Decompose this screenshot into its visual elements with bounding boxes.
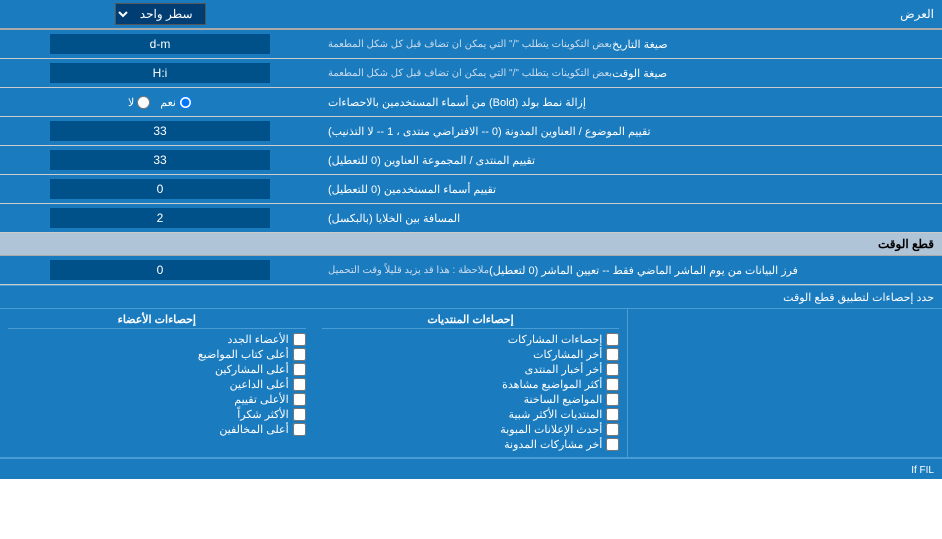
topic-sort-control[interactable]: 33 [0, 117, 320, 145]
stat-label-5: المواضيع الساخنة [524, 393, 603, 406]
stats-item: الأعضاء الجدد [8, 333, 306, 346]
stats-item: الأكثر شكراً [8, 408, 306, 421]
time-format-label: صيغة الوقت بعض التكوينات يتطلب "/" التي … [320, 59, 942, 87]
stat-label-7: أحدث الإعلانات المبوبة [500, 423, 602, 436]
stat-checkbox-5[interactable] [606, 393, 619, 406]
realtime-control[interactable]: 0 [0, 256, 320, 284]
stats-col-empty [628, 309, 942, 457]
time-format-row: صيغة الوقت بعض التكوينات يتطلب "/" التي … [0, 59, 942, 88]
stats-item: المواضيع الساخنة [322, 393, 620, 406]
time-format-input[interactable]: H:i [50, 63, 270, 83]
stats-col-members: إحصاءات الأعضاء الأعضاء الجدد أعلى كتاب … [0, 309, 314, 457]
stats-item: الأعلى تقييم [8, 393, 306, 406]
date-format-label: صيغة التاريخ بعض التكوينات يتطلب "/" الت… [320, 30, 942, 58]
cell-spacing-input[interactable]: 2 [50, 208, 270, 228]
stat-label-6: المنتديات الأكثر شبية [509, 408, 603, 421]
bold-yes-label[interactable]: نعم [160, 96, 192, 109]
stats-item: أكثر المواضيع مشاهدة [322, 378, 620, 391]
bottom-note-text: If FIL [911, 465, 934, 476]
user-sort-label: تقييم أسماء المستخدمين (0 للتعطيل) [320, 175, 942, 203]
bold-yes-radio[interactable] [179, 96, 192, 109]
stat-checkbox-6[interactable] [606, 408, 619, 421]
bold-remove-label: إزالة نمط بولد (Bold) من أسماء المستخدمي… [320, 88, 942, 116]
stat-checkbox-m2[interactable] [293, 348, 306, 361]
stat-checkbox-m5[interactable] [293, 393, 306, 406]
stat-label-m7: أعلى المخالفين [219, 423, 288, 436]
stat-checkbox-m1[interactable] [293, 333, 306, 346]
stats-item: أخر أخبار المنتدى [322, 363, 620, 376]
user-sort-row: تقييم أسماء المستخدمين (0 للتعطيل) 0 [0, 175, 942, 204]
stat-label-m4: أعلى الداعين [230, 378, 289, 391]
topic-sort-input[interactable]: 33 [50, 121, 270, 141]
stats-members-header: إحصاءات الأعضاء [8, 313, 306, 329]
realtime-section-header: قطع الوقت [0, 233, 942, 256]
stats-grid: إحصاءات المنتديات إحصاءات المشاركات أخر … [0, 308, 942, 458]
date-format-control[interactable]: d-m [0, 30, 320, 58]
bottom-note: If FIL [0, 458, 942, 479]
stat-checkbox-1[interactable] [606, 333, 619, 346]
time-format-control[interactable]: H:i [0, 59, 320, 87]
stat-label-m2: أعلى كتاب المواضيع [198, 348, 289, 361]
stats-item: أعلى المشاركين [8, 363, 306, 376]
stats-item: المنتديات الأكثر شبية [322, 408, 620, 421]
display-select[interactable]: سطر واحد [115, 3, 206, 25]
stat-label-m5: الأعلى تقييم [234, 393, 288, 406]
cell-spacing-row: المسافة بين الخلايا (بالبكسل) 2 [0, 204, 942, 233]
stats-item: أحدث الإعلانات المبوبة [322, 423, 620, 436]
stat-label-m1: الأعضاء الجدد [227, 333, 288, 346]
stat-checkbox-m6[interactable] [293, 408, 306, 421]
stat-label-2: أخر المشاركات [533, 348, 602, 361]
forum-sort-input[interactable]: 33 [50, 150, 270, 170]
date-format-row: صيغة التاريخ بعض التكوينات يتطلب "/" الت… [0, 30, 942, 59]
stat-label-m6: الأكثر شكراً [237, 408, 288, 421]
page-wrapper: العرض سطر واحد صيغة التاريخ بعض التكوينا… [0, 0, 942, 479]
topic-sort-label: تقييم الموضوع / العناوين المدونة (0 -- ا… [320, 117, 942, 145]
cell-spacing-control[interactable]: 2 [0, 204, 320, 232]
stat-checkbox-7[interactable] [606, 423, 619, 436]
stat-checkbox-m4[interactable] [293, 378, 306, 391]
stats-item: أعلى الداعين [8, 378, 306, 391]
stat-checkbox-3[interactable] [606, 363, 619, 376]
forum-sort-row: تقييم المنتدى / المجموعة العناوين (0 للت… [0, 146, 942, 175]
bold-no-label[interactable]: لا [128, 96, 150, 109]
topic-sort-row: تقييم الموضوع / العناوين المدونة (0 -- ا… [0, 117, 942, 146]
stat-checkbox-m7[interactable] [293, 423, 306, 436]
stats-posts-header: إحصاءات المنتديات [322, 313, 620, 329]
stats-item: أخر مشاركات المدونة [322, 438, 620, 451]
date-format-input[interactable]: d-m [50, 34, 270, 54]
stats-item: إحصاءات المشاركات [322, 333, 620, 346]
realtime-input[interactable]: 0 [50, 260, 270, 280]
stats-item: أخر المشاركات [322, 348, 620, 361]
stat-label-8: أخر مشاركات المدونة [504, 438, 602, 451]
header-label: العرض [320, 2, 942, 26]
stats-apply-row: حدد إحصاءات لتطبيق قطع الوقت [0, 285, 942, 308]
bold-remove-row: إزالة نمط بولد (Bold) من أسماء المستخدمي… [0, 88, 942, 117]
stat-label-1: إحصاءات المشاركات [508, 333, 603, 346]
user-sort-control[interactable]: 0 [0, 175, 320, 203]
stat-label-m3: أعلى المشاركين [215, 363, 289, 376]
forum-sort-label: تقييم المنتدى / المجموعة العناوين (0 للت… [320, 146, 942, 174]
realtime-row: فرز البيانات من يوم الماشر الماضي فقط --… [0, 256, 942, 285]
stat-checkbox-2[interactable] [606, 348, 619, 361]
stats-item: أعلى المخالفين [8, 423, 306, 436]
stat-checkbox-4[interactable] [606, 378, 619, 391]
stats-apply-label: حدد إحصاءات لتطبيق قطع الوقت [783, 292, 934, 304]
header-control[interactable]: سطر واحد [0, 0, 320, 28]
stat-checkbox-8[interactable] [606, 438, 619, 451]
header-row: العرض سطر واحد [0, 0, 942, 30]
forum-sort-control[interactable]: 33 [0, 146, 320, 174]
stat-label-3: أخر أخبار المنتدى [525, 363, 603, 376]
stat-label-4: أكثر المواضيع مشاهدة [502, 378, 602, 391]
stats-col-posts: إحصاءات المنتديات إحصاءات المشاركات أخر … [314, 309, 629, 457]
user-sort-input[interactable]: 0 [50, 179, 270, 199]
stats-item: أعلى كتاب المواضيع [8, 348, 306, 361]
cell-spacing-label: المسافة بين الخلايا (بالبكسل) [320, 204, 942, 232]
realtime-label: فرز البيانات من يوم الماشر الماضي فقط --… [320, 256, 942, 284]
stat-checkbox-m3[interactable] [293, 363, 306, 376]
bold-no-radio[interactable] [137, 96, 150, 109]
bold-remove-control: نعم لا [0, 88, 320, 116]
